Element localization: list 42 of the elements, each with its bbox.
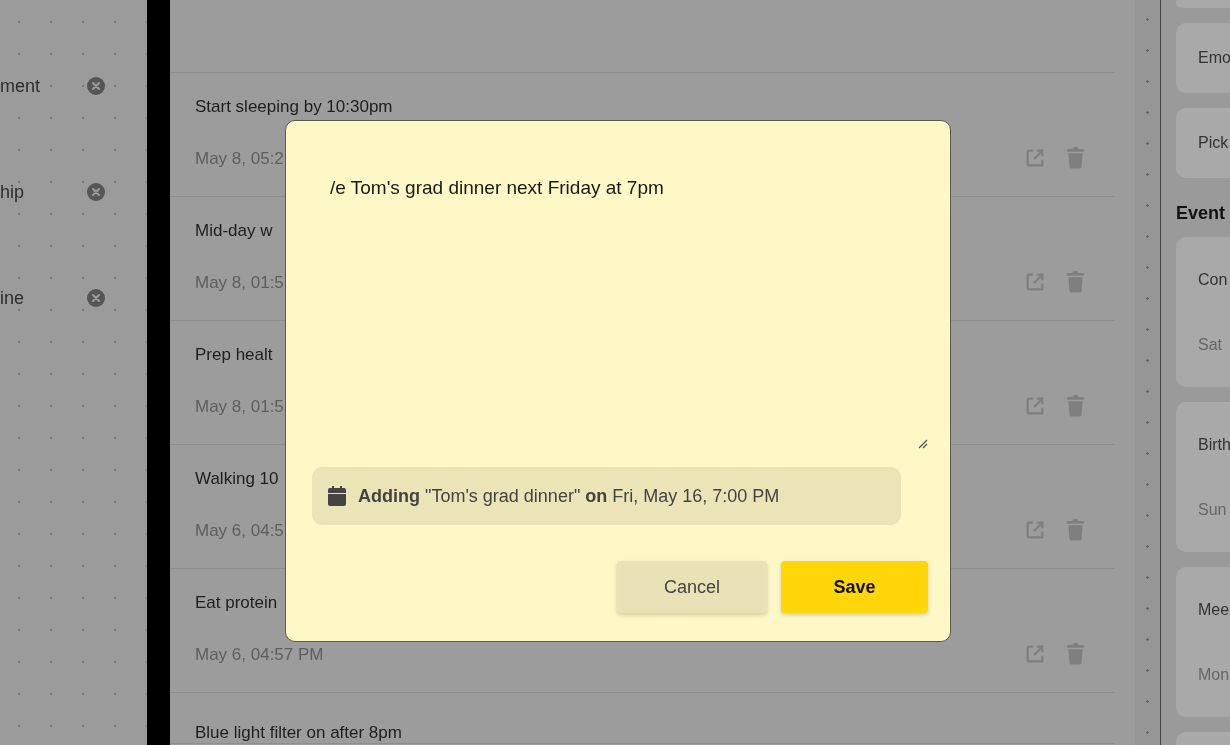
card-title: Pick [1198,134,1230,152]
trash-icon[interactable] [1066,146,1085,169]
save-button[interactable]: Save [781,561,928,613]
calendar-icon [328,486,346,506]
cancel-button[interactable]: Cancel [617,561,767,613]
trash-icon[interactable] [1066,394,1085,417]
sidebar-item[interactable]: ment [0,75,87,97]
remove-icon[interactable] [87,289,105,307]
event-date: Sat [1198,335,1223,354]
task-title: Prep healt [195,345,273,365]
event-card[interactable]: Birth Sun [1176,402,1230,552]
task-date: May 8, 05:2 [195,149,284,169]
remove-icon[interactable] [87,183,105,201]
task-title: Start sleeping by 10:30pm [195,97,393,117]
card[interactable]: Emo [1176,23,1230,93]
task-date: May 6, 04:57 PM [195,645,324,665]
remove-icon[interactable] [87,77,105,95]
trash-icon[interactable] [1066,642,1085,665]
trash-icon[interactable] [1066,270,1085,293]
task-title: Walking 10 [195,469,279,489]
preview-text: Adding "Tom's grad dinner" on Fri, May 16, 7:00 PM [358,485,780,507]
task-date: May 8, 01:5 [195,273,284,293]
event-title: Birth [1198,435,1230,454]
event-title: Con [1198,270,1229,289]
sidebar-item[interactable]: ine [0,287,87,309]
text-area[interactable]: /e Tom's grad dinner next Friday at 7pm [312,149,928,449]
trash-icon[interactable] [1066,518,1085,541]
event-date: Mon [1198,665,1230,684]
event-date: Sun [1198,500,1228,519]
task-date: May 8, 01:5 [195,397,284,417]
task-title: Mid-day w [195,221,273,241]
event-card[interactable]: Mee Mon [1176,567,1230,717]
section-heading: Event [1176,203,1227,224]
task-date: May 6, 04:5 [195,521,284,541]
resize-handle-icon[interactable] [918,439,928,449]
sidebar-item[interactable]: hip [0,181,87,203]
task-title: Eat protein [195,593,278,613]
task-title: Blue light filter on after 8pm [195,723,402,743]
card-title: Emo [1198,49,1230,67]
event-card[interactable]: Con Sat [1176,237,1230,387]
card[interactable]: Pick [1176,108,1230,178]
event-title: Mee [1198,600,1230,619]
